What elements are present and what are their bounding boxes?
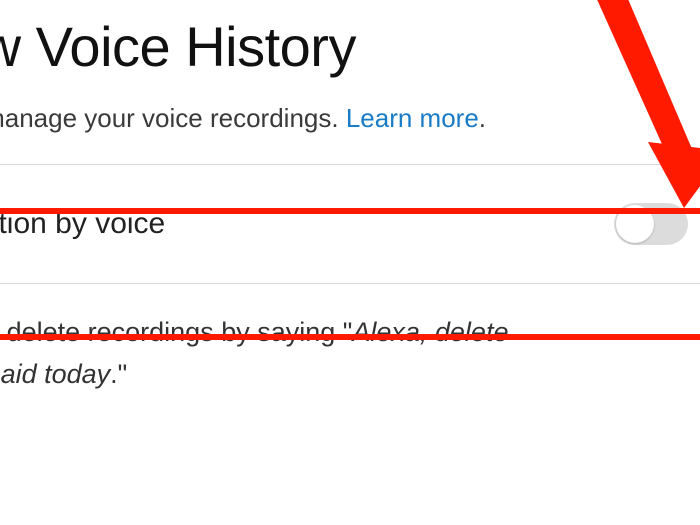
desc-line2-italic: everything I said today: [0, 359, 110, 389]
setting-description: Allows you to delete recordings by sayin…: [0, 312, 700, 396]
page-title: Review Voice History: [0, 14, 700, 79]
subtitle-suffix: .: [479, 103, 486, 133]
desc-line1-italic: Alexa, delete: [352, 317, 508, 347]
setting-row-enable-deletion: Enable deletion by voice: [0, 165, 700, 283]
toggle-enable-deletion[interactable]: [614, 203, 688, 245]
learn-more-link[interactable]: Learn more: [346, 103, 479, 133]
toggle-knob: [616, 205, 654, 243]
page-subtitle: Review and manage your voice recordings.…: [0, 103, 700, 134]
desc-line2-suffix: .": [110, 359, 127, 389]
desc-line1-prefix: Allows you to delete recordings by sayin…: [0, 317, 352, 347]
divider-bottom: [0, 283, 700, 284]
subtitle-text: Review and manage your voice recordings.: [0, 103, 346, 133]
setting-label: Enable deletion by voice: [0, 207, 165, 241]
